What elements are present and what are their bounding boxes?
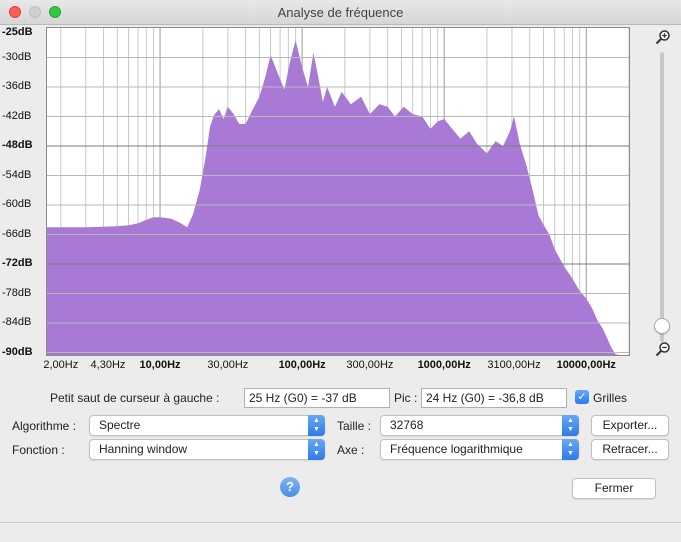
zoom-in-icon[interactable] <box>655 29 671 45</box>
y-tick-label: -36dB <box>2 80 32 92</box>
size-label: Taille : <box>337 419 372 433</box>
y-tick-label: -66dB <box>2 227 32 240</box>
x-tick-label: 2,00Hz <box>43 359 79 371</box>
y-tick-label: -48dB <box>2 139 33 151</box>
algorithm-select[interactable]: Spectre ▲ ▼ <box>89 415 325 436</box>
function-select[interactable]: Hanning window ▲ ▼ <box>89 439 325 460</box>
spectrum-svg <box>47 28 629 355</box>
grids-label: Grilles <box>593 391 628 405</box>
function-select-value: Hanning window <box>99 442 188 456</box>
y-tick-label: -25dB <box>2 25 33 38</box>
peak-label: Pic : <box>394 391 418 405</box>
peak-value-field[interactable]: 24 Hz (G0) = -36,8 dB <box>421 388 567 408</box>
y-tick-label: -78dB <box>2 286 32 299</box>
y-tick-label: -90dB <box>2 345 33 358</box>
function-label: Fonction : <box>12 443 65 457</box>
bottom-strip <box>0 522 681 542</box>
select-arrows-icon: ▲ ▼ <box>308 415 325 436</box>
spectrum-plot[interactable] <box>46 27 630 356</box>
size-select-value: 32768 <box>390 418 424 432</box>
x-tick-label: 300,00Hz <box>346 359 394 371</box>
help-icon[interactable]: ? <box>280 477 300 497</box>
y-tick-label: -42dB <box>2 109 32 122</box>
select-arrows-icon: ▲ ▼ <box>562 439 579 460</box>
axis-label: Axe : <box>337 443 365 457</box>
y-tick-label: -84dB <box>2 316 32 329</box>
zoom-slider-thumb[interactable] <box>654 318 670 334</box>
select-arrows-icon: ▲ ▼ <box>308 439 325 460</box>
grids-checkbox[interactable]: ✓ <box>575 390 589 404</box>
axis-select[interactable]: Fréquence logarithmique ▲ ▼ <box>380 439 579 460</box>
x-tick-label: 30,00Hz <box>207 359 249 371</box>
algorithm-label: Algorithme : <box>12 419 77 433</box>
x-tick-label: 4,30Hz <box>90 359 126 371</box>
export-button[interactable]: Exporter... <box>591 415 669 436</box>
close-button[interactable]: Fermer <box>572 478 656 499</box>
cursor-label: Petit saut de curseur à gauche : <box>50 391 220 405</box>
zoom-slider-track[interactable] <box>660 52 664 342</box>
zoom-out-icon[interactable] <box>655 341 671 357</box>
window-title: Analyse de fréquence <box>277 5 404 20</box>
size-select[interactable]: 32768 ▲ ▼ <box>380 415 579 436</box>
x-tick-label: 3100,00Hz <box>487 359 541 371</box>
x-tick-label: 1000,00Hz <box>417 359 471 371</box>
x-tick-label: 10000,00Hz <box>556 359 616 371</box>
x-tick-label: 10,00Hz <box>139 359 181 371</box>
y-tick-label: -54dB <box>2 168 32 181</box>
axis-select-value: Fréquence logarithmique <box>390 442 523 456</box>
y-tick-label: -60dB <box>2 198 32 211</box>
select-arrows-icon: ▲ ▼ <box>562 415 579 436</box>
y-tick-label: -72dB <box>2 257 33 270</box>
algorithm-select-value: Spectre <box>99 418 141 432</box>
x-tick-label: 100,00Hz <box>278 359 326 371</box>
cursor-value-field[interactable]: 25 Hz (G0) = -37 dB <box>244 388 390 408</box>
y-tick-label: -30dB <box>2 50 32 63</box>
replot-button[interactable]: Retracer... <box>591 439 669 460</box>
title-bar: Analyse de fréquence <box>0 0 681 25</box>
